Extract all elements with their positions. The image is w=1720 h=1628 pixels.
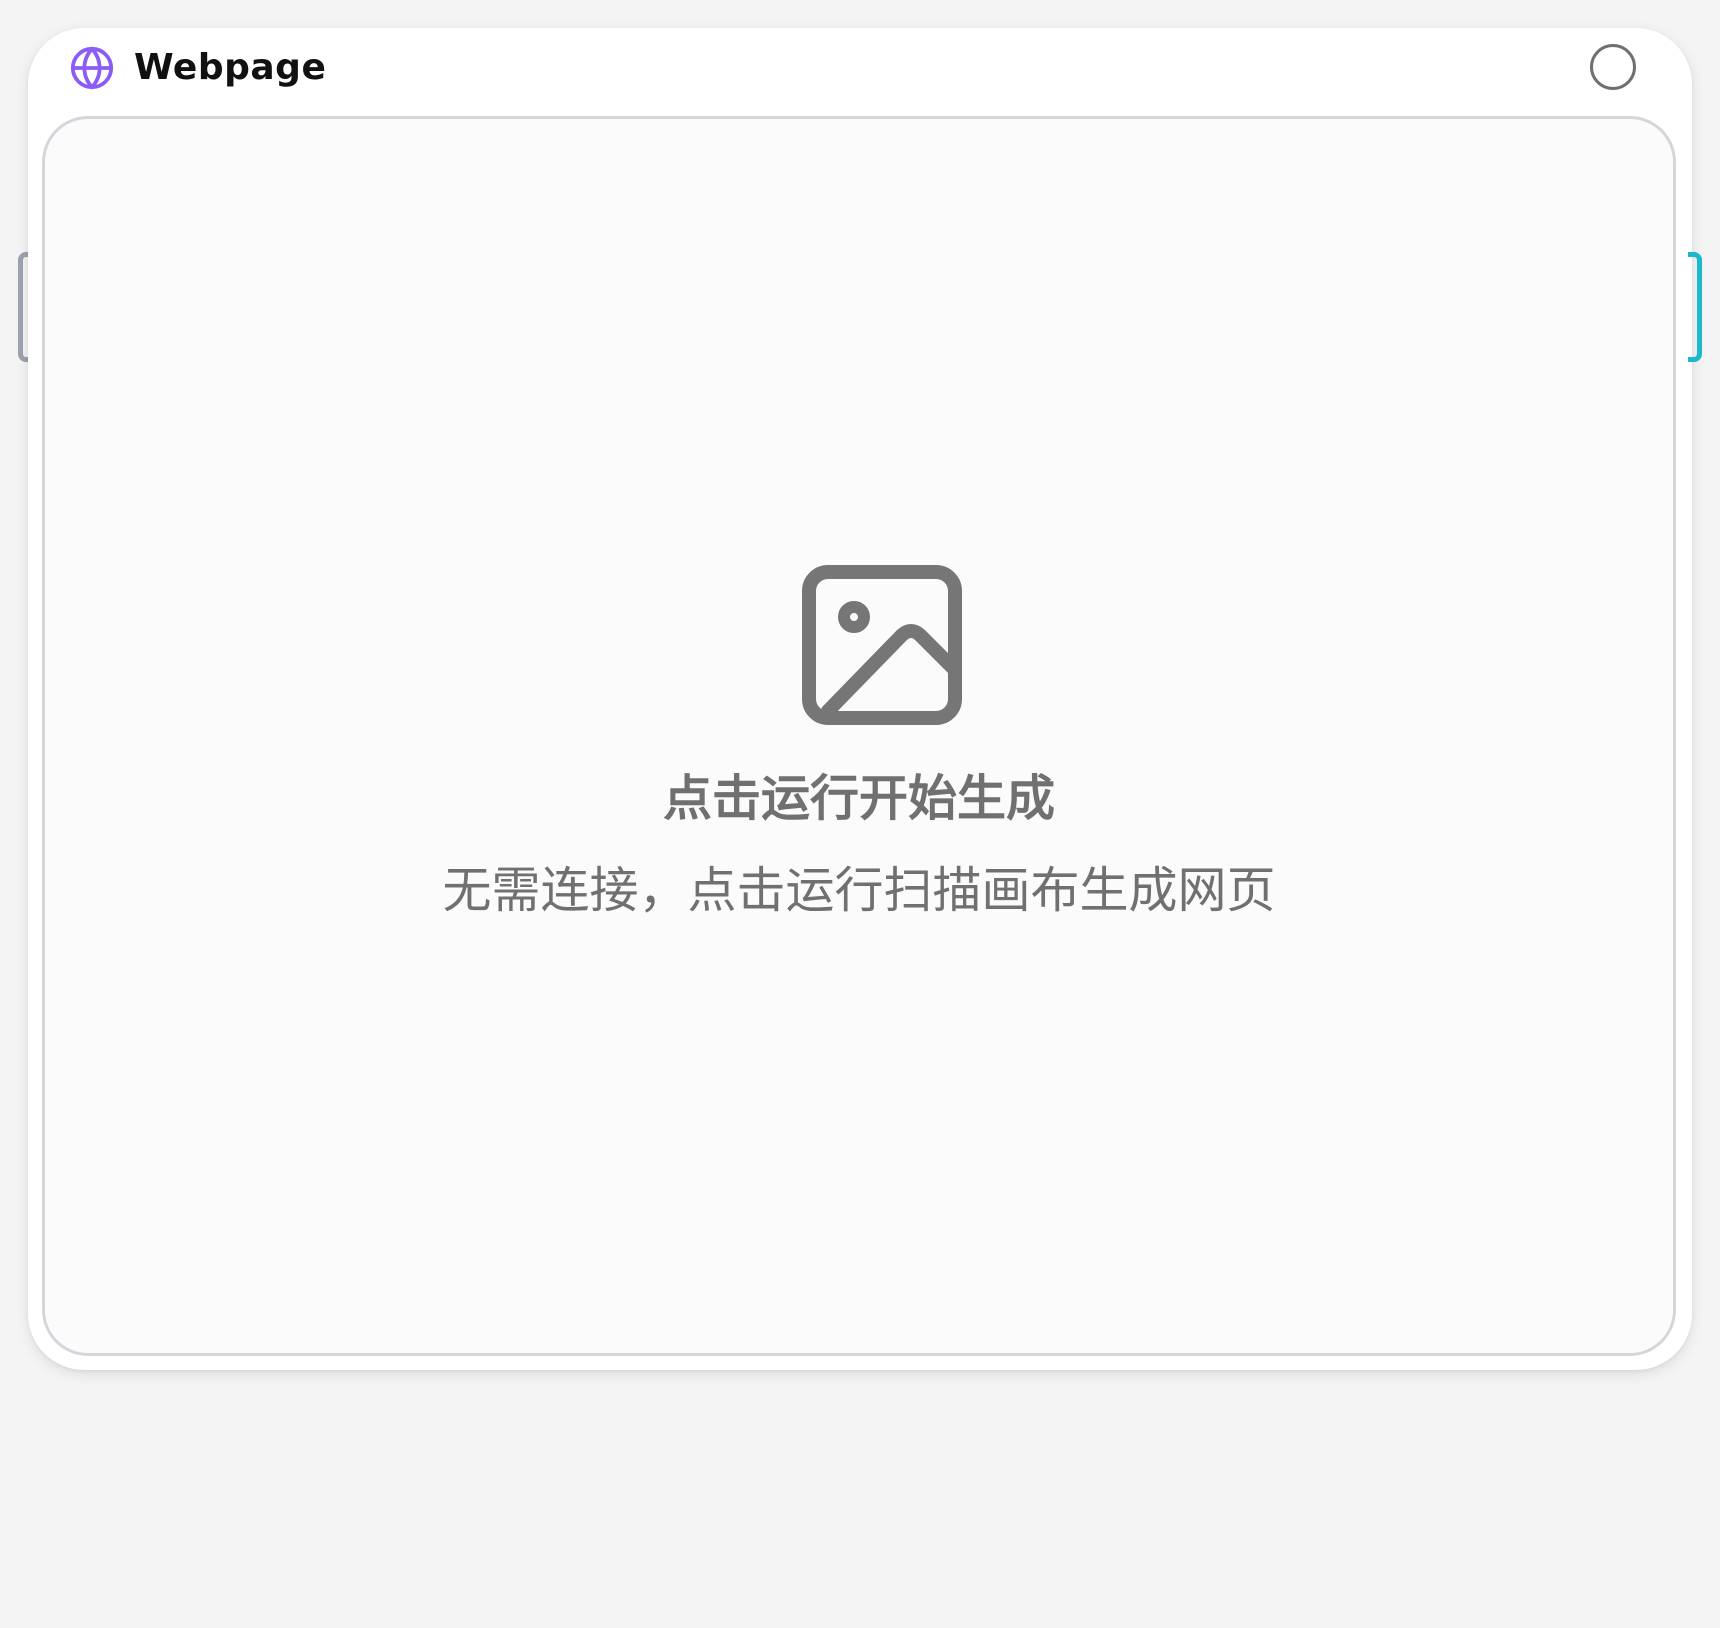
image-placeholder-icon: [802, 565, 962, 725]
globe-icon: [70, 46, 114, 90]
output-connection-handle[interactable]: [1688, 252, 1702, 362]
node-header: Webpage: [28, 28, 1692, 114]
webpage-node[interactable]: Webpage 点击运行开始生成 无需连接，点击运行扫描画布生成网页: [28, 28, 1692, 1370]
empty-state-title: 点击运行开始生成: [662, 770, 1055, 827]
status-circle-icon[interactable]: [1590, 44, 1636, 90]
preview-frame: 点击运行开始生成 无需连接，点击运行扫描画布生成网页: [42, 116, 1676, 1356]
empty-state: 点击运行开始生成 无需连接，点击运行扫描画布生成网页: [45, 119, 1673, 1353]
node-title: Webpage: [134, 47, 327, 88]
empty-state-subtitle: 无需连接，点击运行扫描画布生成网页: [442, 862, 1276, 919]
